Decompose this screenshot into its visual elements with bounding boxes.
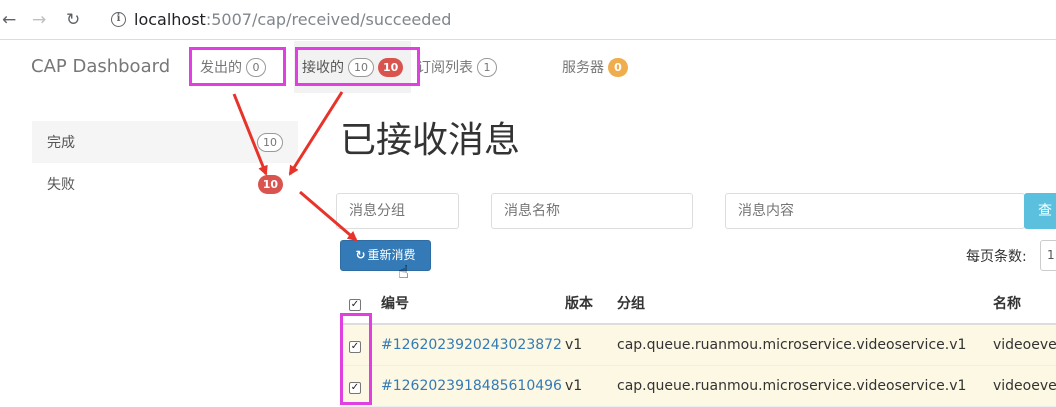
failed-count-badge: 10: [378, 57, 404, 77]
nav-item-label: 发出的: [200, 60, 242, 76]
sidebar-item-failed[interactable]: 失败 10: [32, 163, 298, 205]
sidebar-item-succeeded[interactable]: 完成 10: [32, 121, 298, 163]
message-version: v1: [565, 378, 583, 394]
column-header-version: 版本: [565, 296, 593, 312]
messages-table: ✓ 编号 版本 分组 名称 ✓ #1262023920243023872 v1 …: [340, 283, 1056, 407]
search-button[interactable]: 查询: [1024, 193, 1056, 255]
browser-toolbar: ← → ↻ i localhost:5007/cap/received/succ…: [0, 0, 1056, 40]
table-row: ✓ #1262023918485610496 v1 cap.queue.ruan…: [340, 366, 1056, 407]
table-row: ✓ #1262023920243023872 v1 cap.queue.ruan…: [340, 325, 1056, 366]
nav-item-servers[interactable]: 服务器 0: [554, 41, 636, 93]
url-host: localhost: [134, 10, 206, 29]
nav-item-label: 订阅列表: [417, 60, 473, 76]
column-header-name: 名称: [993, 296, 1021, 312]
count-badge: 0: [608, 57, 628, 77]
select-all-checkbox[interactable]: ✓: [349, 295, 361, 311]
page-size-label: 每页条数:: [966, 249, 1027, 265]
failed-count-badge: 10: [257, 174, 283, 194]
top-navbar: CAP Dashboard 发出的 0 接收的 10 10 订阅列表 1 服务器…: [0, 41, 1056, 93]
screen: ← → ↻ i localhost:5007/cap/received/succ…: [0, 0, 1056, 407]
message-name: videoevent: [993, 378, 1056, 394]
url-path: :5007/cap/received/succeeded: [205, 10, 452, 29]
requeue-label: 重新消费: [367, 248, 416, 262]
row-checkbox[interactable]: ✓: [349, 337, 361, 353]
name-filter-input[interactable]: [491, 193, 693, 229]
message-name: videoevent: [993, 337, 1056, 353]
nav-item-published[interactable]: 发出的 0: [192, 41, 274, 93]
message-id-link[interactable]: #1262023920243023872: [381, 337, 562, 353]
count-badge: 1: [477, 57, 497, 77]
nav-item-subscriptions[interactable]: 订阅列表 1: [409, 41, 505, 93]
sidebar-item-label: 完成: [47, 135, 75, 151]
count-badge: 0: [246, 57, 266, 77]
nav-item-label: 接收的: [302, 60, 344, 76]
nav-item-received[interactable]: 接收的 10 10: [294, 41, 412, 93]
message-group: cap.queue.ruanmou.microservice.videoserv…: [617, 337, 967, 353]
sidebar: 完成 10 失败 10: [32, 121, 298, 205]
back-arrow-icon[interactable]: ←: [2, 10, 16, 30]
message-version: v1: [565, 337, 583, 353]
count-badge: 10: [348, 57, 374, 77]
refresh-icon: ↻: [355, 248, 366, 262]
reload-icon[interactable]: ↻: [66, 10, 80, 30]
sidebar-item-label: 失败: [47, 177, 75, 193]
column-header-group: 分组: [617, 296, 645, 312]
column-header-id: 编号: [381, 296, 409, 312]
page-size-select[interactable]: 1: [1040, 240, 1056, 271]
message-group: cap.queue.ruanmou.microservice.videoserv…: [617, 378, 967, 394]
message-id-link[interactable]: #1262023918485610496: [381, 378, 562, 394]
table-header-row: ✓ 编号 版本 分组 名称: [340, 283, 1056, 325]
page-title: 已接收消息: [340, 120, 521, 161]
info-icon[interactable]: i: [111, 12, 126, 27]
row-checkbox[interactable]: ✓: [349, 378, 361, 394]
content-filter-input[interactable]: [725, 193, 1025, 229]
count-badge: 10: [257, 132, 283, 152]
forward-arrow-icon[interactable]: →: [32, 10, 46, 30]
address-bar[interactable]: localhost:5007/cap/received/succeeded: [134, 10, 451, 30]
nav-item-label: 服务器: [562, 60, 604, 76]
brand-link[interactable]: CAP Dashboard: [31, 56, 170, 78]
hand-cursor-icon: ☝: [398, 262, 409, 283]
requeue-button[interactable]: ↻ 重新消费: [340, 240, 431, 271]
group-filter-input[interactable]: [336, 193, 459, 229]
